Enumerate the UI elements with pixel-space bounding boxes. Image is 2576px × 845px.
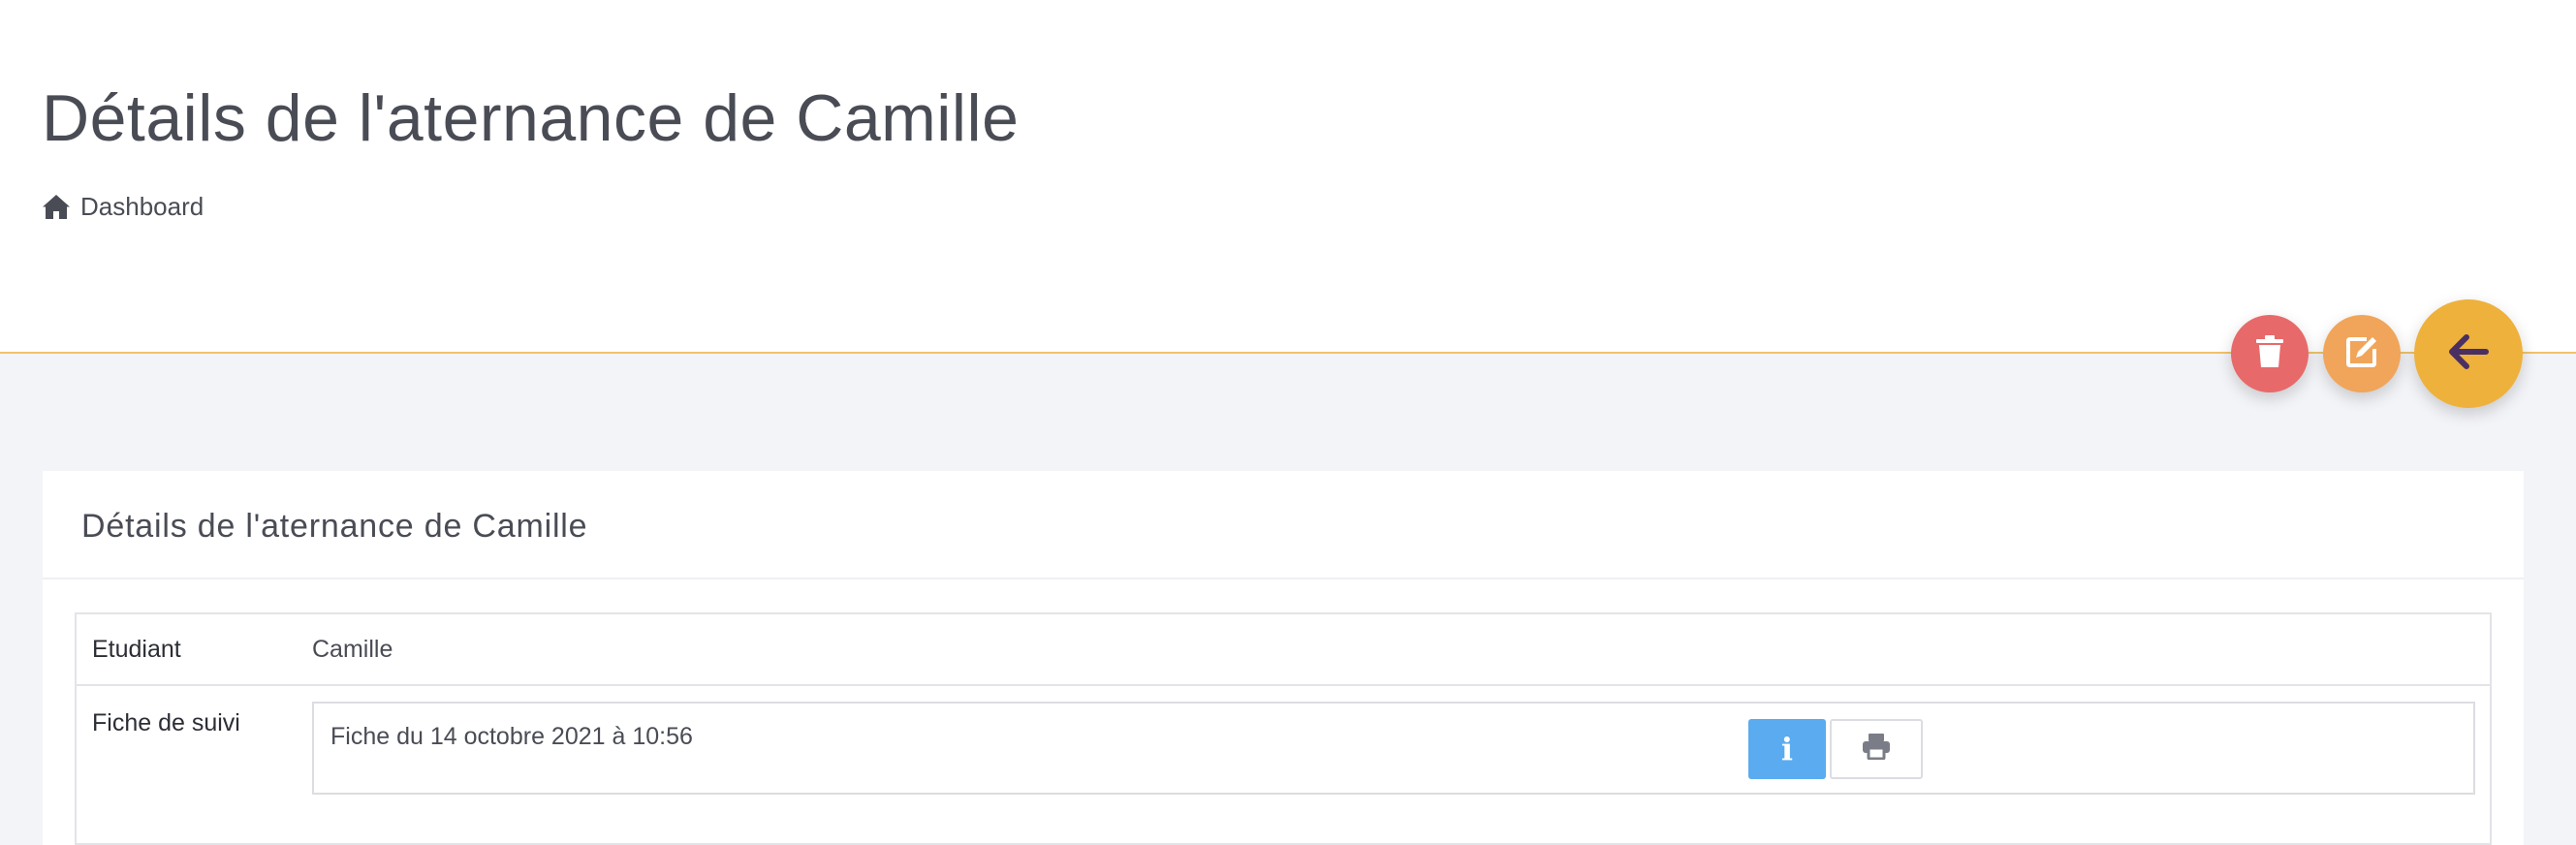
edit-button[interactable] [2323,315,2401,392]
fiche-info-button[interactable]: i [1748,719,1826,779]
back-button[interactable] [2414,299,2523,408]
card-header: Détails de l'aternance de Camille [43,471,2524,579]
details-card: Détails de l'aternance de Camille Etudia… [43,471,2524,845]
page: Détails de l'aternance de Camille Dashbo… [0,0,2576,845]
breadcrumb: Dashboard [42,191,204,222]
fiche-entry-text: Fiche du 14 octobre 2021 à 10:56 [330,723,693,750]
fiche-entry: Fiche du 14 octobre 2021 à 10:56 i [312,702,2475,795]
page-title: Détails de l'aternance de Camille [42,81,1020,155]
print-icon [1862,733,1891,767]
student-label: Etudiant [76,613,312,686]
edit-icon [2345,335,2378,373]
fiche-cell: Fiche du 14 octobre 2021 à 10:56 i [312,685,2491,845]
arrow-left-icon [2447,332,2490,376]
page-header: Détails de l'aternance de Camille Dashbo… [0,0,2576,354]
fiche-print-button[interactable] [1830,719,1923,779]
fiche-label: Fiche de suivi [76,685,312,845]
info-icon: i [1780,731,1794,767]
card-title: Détails de l'aternance de Camille [81,508,588,545]
trash-icon [2255,334,2284,373]
table-row-student: Etudiant Camille [76,613,2491,686]
breadcrumb-dashboard-link[interactable]: Dashboard [80,192,204,222]
home-icon[interactable] [42,193,71,220]
student-value: Camille [312,613,2491,686]
delete-button[interactable] [2231,315,2309,392]
table-row-fiche: Fiche de suivi Fiche du 14 octobre 2021 … [76,685,2491,845]
details-table: Etudiant Camille Fiche de suivi Fiche du… [75,612,2492,845]
